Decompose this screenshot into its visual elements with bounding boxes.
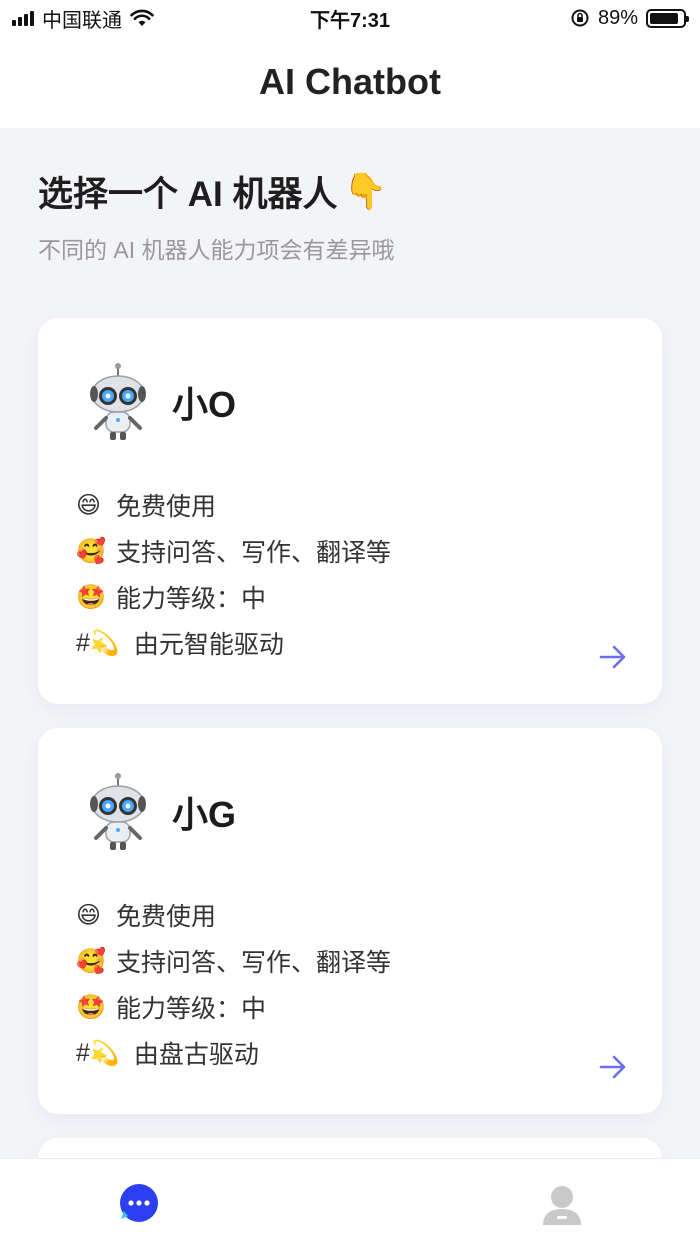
status-left: 中国联通 xyxy=(12,4,154,33)
hash-prefix: # xyxy=(76,628,90,657)
pointing-down-icon: 👇 xyxy=(343,172,388,211)
feature-list: 😄 免费使用 🥰 支持问答、写作、翻译等 🤩 能力等级：中 # 💫 由盘古驱动 xyxy=(76,892,391,1076)
powered-by-item: # 💫 由元智能驱动 xyxy=(76,620,391,666)
signal-icon xyxy=(12,10,34,26)
arrow-right-icon[interactable] xyxy=(598,644,628,670)
powered-by-text: 由盘古驱动 xyxy=(133,1041,259,1069)
smiling-hearts-icon: 🥰 xyxy=(76,947,106,975)
bot-name: 小G xyxy=(172,794,237,835)
status-time: 下午7:31 xyxy=(309,9,391,32)
feature-item: 🤩 能力等级：中 xyxy=(76,984,391,1030)
feature-text: 免费使用 xyxy=(116,903,217,931)
feature-item: 😄 免费使用 xyxy=(76,892,391,938)
battery-fill xyxy=(650,12,679,24)
feature-text: 支持问答、写作、翻译等 xyxy=(116,539,392,567)
profile-icon[interactable] xyxy=(540,1183,584,1227)
feature-text: 支持问答、写作、翻译等 xyxy=(116,949,392,977)
chat-bubble-icon[interactable] xyxy=(118,1183,160,1225)
feature-item: 🥰 支持问答、写作、翻译等 xyxy=(76,528,391,574)
dizzy-icon: 💫 xyxy=(89,1039,120,1067)
star-struck-icon: 🤩 xyxy=(76,993,106,1021)
feature-text: 能力等级：中 xyxy=(116,995,267,1023)
status-right: 89% xyxy=(570,6,689,30)
feature-list: 😄 免费使用 🥰 支持问答、写作、翻译等 🤩 能力等级：中 # 💫 由元智能驱动 xyxy=(76,482,391,666)
bot-card-xiao-o[interactable]: 小O 😄 免费使用 🥰 支持问答、写作、翻译等 🤩 能力等级：中 # 💫 由元智… xyxy=(38,318,662,704)
feature-item: 🤩 能力等级：中 xyxy=(76,574,391,620)
arrow-right-icon[interactable] xyxy=(598,1054,628,1080)
battery-percent: 89% xyxy=(597,6,638,29)
dizzy-icon: 💫 xyxy=(89,629,120,657)
powered-by-text: 由元智能驱动 xyxy=(133,631,284,659)
intro-title-text: 选择一个 AI 机器人 xyxy=(38,175,338,214)
hash-prefix: # xyxy=(76,1038,90,1067)
intro-section: 选择一个 AI 机器人 👇 不同的 AI 机器人能力项会有差异哦 xyxy=(38,166,395,265)
battery-icon xyxy=(646,8,689,28)
bot-name: 小O xyxy=(172,384,237,425)
intro-subtitle: 不同的 AI 机器人能力项会有差异哦 xyxy=(38,237,395,263)
star-struck-icon: 🤩 xyxy=(76,583,106,611)
robot-avatar-icon xyxy=(90,773,146,850)
feature-text: 免费使用 xyxy=(116,493,217,521)
bottom-nav xyxy=(0,1158,700,1244)
carrier-label: 中国联通 xyxy=(42,9,122,32)
bot-card-xiao-g[interactable]: 小G 😄 免费使用 🥰 支持问答、写作、翻译等 🤩 能力等级：中 # 💫 由盘古… xyxy=(38,728,662,1114)
orientation-lock-icon xyxy=(571,9,589,27)
feature-item: 😄 免费使用 xyxy=(76,482,391,528)
feature-text: 能力等级：中 xyxy=(116,585,267,613)
grinning-face-icon: 😄 xyxy=(76,901,102,929)
smiling-hearts-icon: 🥰 xyxy=(76,537,106,565)
intro-title: 选择一个 AI 机器人 👇 xyxy=(38,166,395,217)
powered-by-item: # 💫 由盘古驱动 xyxy=(76,1030,391,1076)
status-bar: 中国联通 下午7:31 89% xyxy=(0,0,700,36)
bot-card-header: 小G xyxy=(86,772,236,852)
feature-item: 🥰 支持问答、写作、翻译等 xyxy=(76,938,391,984)
page-title: AI Chatbot xyxy=(0,36,700,128)
bot-card-header: 小O xyxy=(86,362,236,442)
wifi-icon xyxy=(130,9,154,26)
grinning-face-icon: 😄 xyxy=(76,491,102,519)
robot-avatar-icon xyxy=(90,363,146,440)
